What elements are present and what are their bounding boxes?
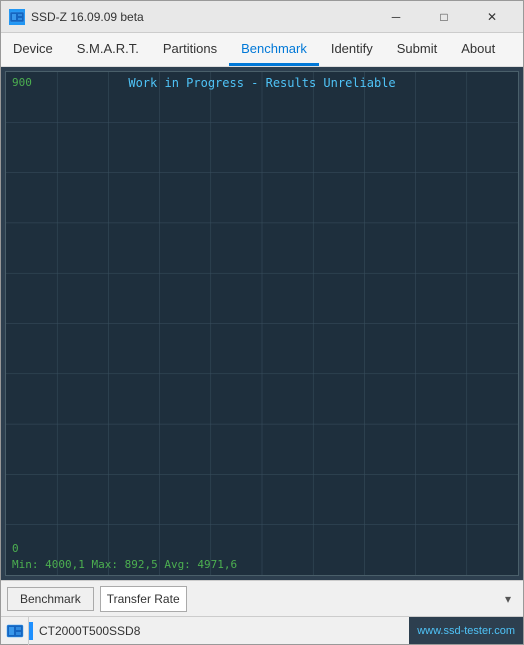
- drive-indicator: [29, 622, 33, 640]
- close-button[interactable]: ✕: [469, 3, 515, 31]
- title-bar-left: SSD-Z 16.09.09 beta: [9, 9, 144, 25]
- maximize-button[interactable]: □: [421, 3, 467, 31]
- status-bar: CT2000T500SSD8 www.ssd-tester.com: [1, 616, 523, 644]
- chart-area: 900 Work in Progress - Results Unreliabl…: [5, 71, 519, 576]
- menu-item-smart[interactable]: S.M.A.R.T.: [65, 33, 151, 66]
- benchmark-button[interactable]: Benchmark: [7, 587, 94, 611]
- chart-grid: [6, 72, 518, 575]
- main-content: 900 Work in Progress - Results Unreliabl…: [1, 67, 523, 580]
- menu-item-device[interactable]: Device: [1, 33, 65, 66]
- minimize-button[interactable]: ─: [373, 3, 419, 31]
- menu-item-about[interactable]: About: [449, 33, 507, 66]
- bottom-controls: Benchmark Transfer Rate Access Time Mixe…: [1, 580, 523, 616]
- dropdown-arrow-icon: ▾: [505, 592, 511, 606]
- menu-bar: Device S.M.A.R.T. Partitions Benchmark I…: [1, 33, 523, 67]
- transfer-rate-dropdown[interactable]: Transfer Rate Access Time Mixed IO: [100, 586, 187, 612]
- chart-working-label: Work in Progress - Results Unreliable: [6, 76, 518, 90]
- menu-item-submit[interactable]: Submit: [385, 33, 449, 66]
- menu-item-identify[interactable]: Identify: [319, 33, 385, 66]
- status-app-icon: [1, 617, 29, 645]
- chart-y-bottom: 0: [12, 542, 19, 555]
- window-title: SSD-Z 16.09.09 beta: [31, 10, 144, 24]
- app-icon: [9, 9, 25, 25]
- title-bar: SSD-Z 16.09.09 beta ─ □ ✕: [1, 1, 523, 33]
- app-window: SSD-Z 16.09.09 beta ─ □ ✕ Device S.M.A.R…: [0, 0, 524, 645]
- dropdown-wrapper: Transfer Rate Access Time Mixed IO ▾: [100, 586, 517, 612]
- chart-stats: Min: 4000,1 Max: 892,5 Avg: 4971,6: [12, 558, 237, 571]
- menu-item-benchmark[interactable]: Benchmark: [229, 33, 319, 66]
- drive-name: CT2000T500SSD8: [37, 624, 409, 638]
- menu-item-partitions[interactable]: Partitions: [151, 33, 229, 66]
- website-link: www.ssd-tester.com: [409, 617, 523, 644]
- title-controls: ─ □ ✕: [373, 3, 515, 31]
